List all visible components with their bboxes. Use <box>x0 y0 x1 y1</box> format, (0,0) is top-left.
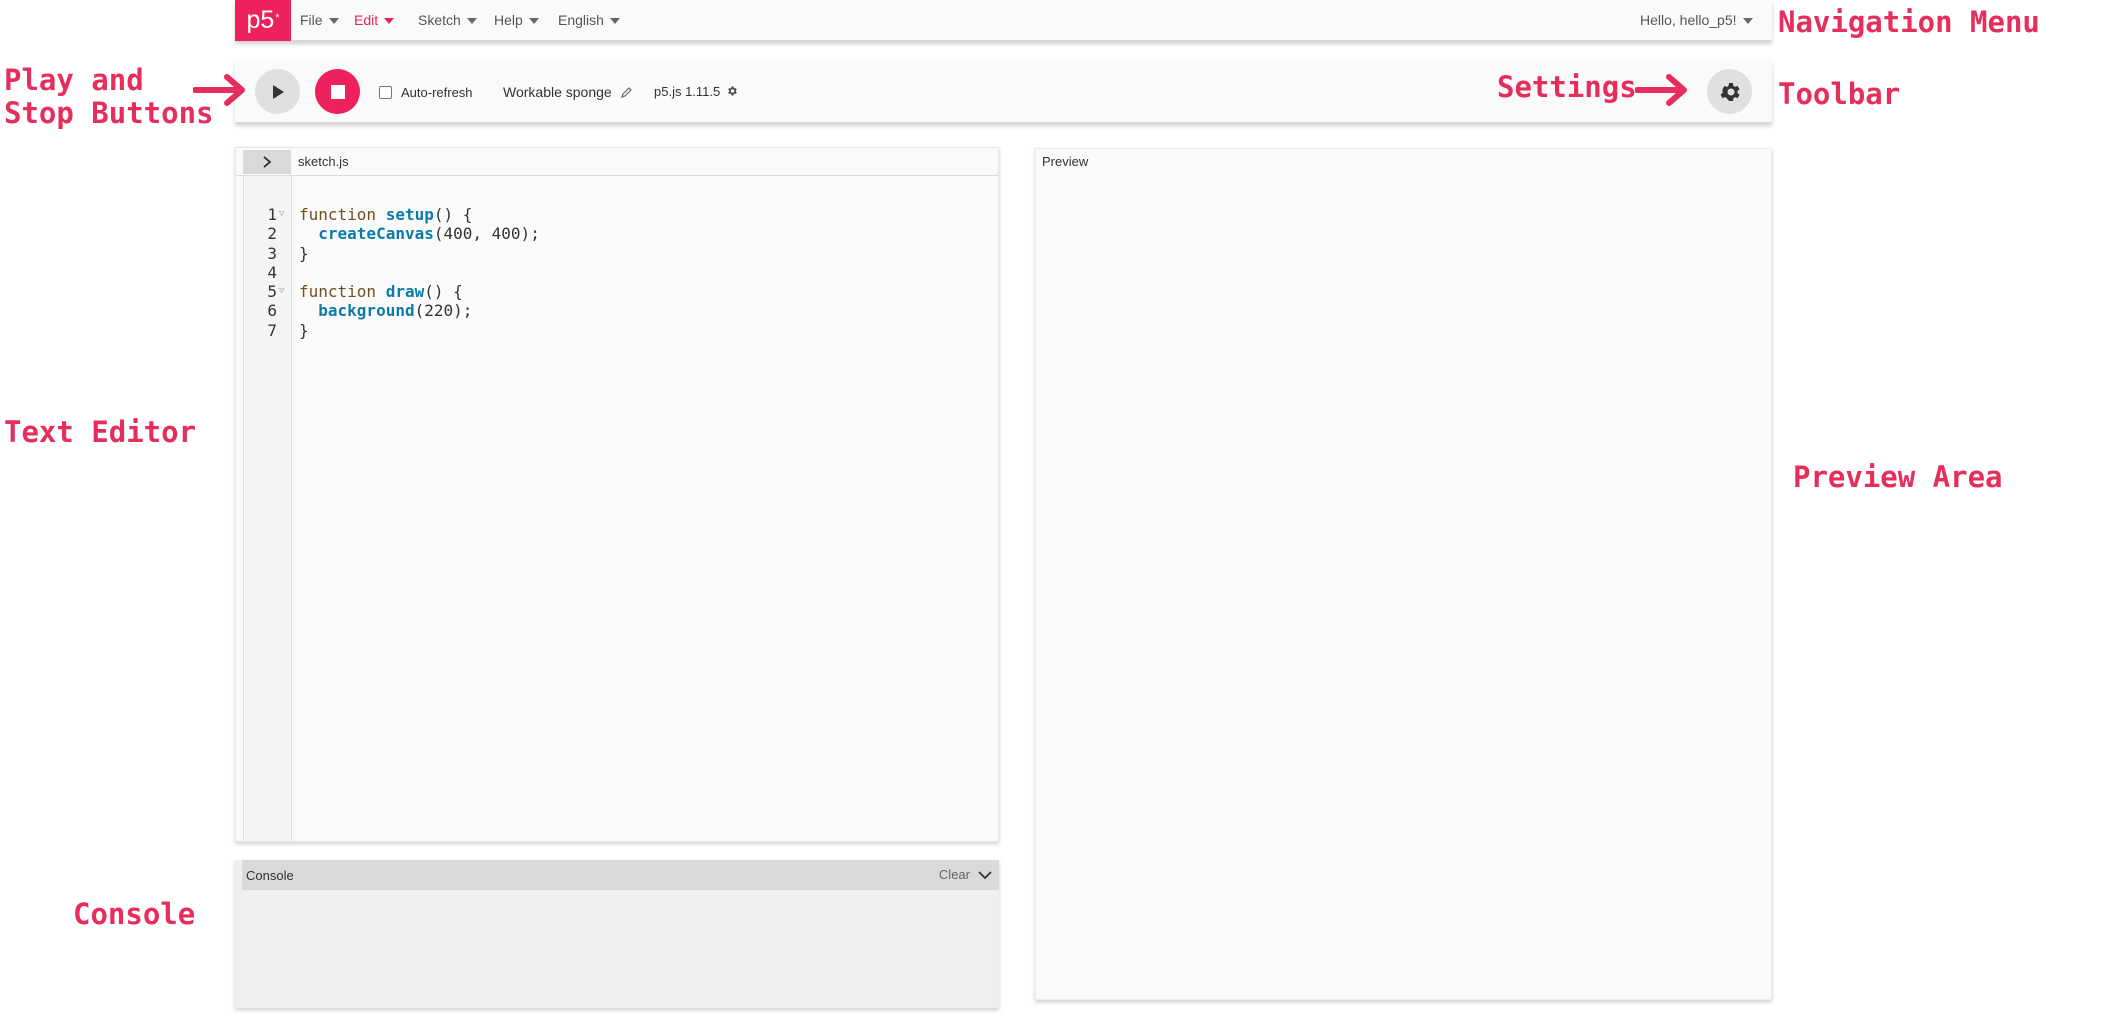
code-token: () { <box>433 205 473 224</box>
code-function-token: setup <box>385 205 434 224</box>
code-line[interactable]: 5 ▽ function draw() { <box>243 282 998 301</box>
annotation-settings: Settings <box>1497 70 1637 104</box>
console: Console Clear <box>235 860 999 1008</box>
play-button[interactable] <box>255 69 300 114</box>
code-function-token: createCanvas <box>318 224 434 244</box>
line-number: 5 <box>267 282 277 302</box>
file-tab-sketch-js[interactable]: sketch.js <box>298 148 349 176</box>
code-line[interactable]: 4 <box>243 263 998 282</box>
fold-marker-icon[interactable]: ▽ <box>279 205 284 224</box>
gear-icon[interactable] <box>726 85 738 97</box>
sidebar-toggle-button[interactable] <box>243 150 291 174</box>
caret-down-icon <box>609 18 620 24</box>
console-clear-button[interactable]: Clear <box>939 860 970 890</box>
code-line[interactable]: 2 createCanvas(400, 400); <box>243 224 998 243</box>
menu-language[interactable]: English <box>558 0 620 41</box>
code-line[interactable]: 7} <box>243 321 998 340</box>
auto-refresh-checkbox[interactable] <box>379 85 392 99</box>
line-number: 4 <box>267 262 277 282</box>
user-menu[interactable]: Hello, hello_p5! <box>1640 0 1753 41</box>
code-keyword-token: function <box>299 205 386 224</box>
caret-down-icon <box>466 18 477 24</box>
line-number: 1 <box>267 205 277 224</box>
chevron-down-icon[interactable] <box>977 867 993 883</box>
fold-marker-icon[interactable]: ▽ <box>279 282 284 301</box>
code-text: function draw() { <box>299 282 463 301</box>
menu-file[interactable]: File <box>300 0 339 41</box>
code-line[interactable]: 3} <box>243 244 998 263</box>
stop-icon <box>330 84 345 99</box>
code-line[interactable]: 6 background(220); <box>243 301 998 320</box>
line-number: 2 <box>267 224 277 244</box>
arrow-right-icon <box>193 74 245 106</box>
chevron-right-icon <box>263 156 272 168</box>
code-line[interactable]: 1 ▽ function setup() { <box>243 205 998 224</box>
caret-down-icon <box>528 18 539 24</box>
menu-sketch[interactable]: Sketch <box>418 0 477 41</box>
code-token: () { <box>424 282 463 302</box>
preview-label: Preview <box>1042 154 1089 169</box>
editor-tab-bar: sketch.js <box>236 148 998 176</box>
code-area[interactable]: 1 ▽ function setup() {2 createCanvas(400, … <box>243 205 998 340</box>
auto-refresh-label: Auto-refresh <box>401 84 473 100</box>
annotation-toolbar: Toolbar <box>1778 77 1901 111</box>
p5-logo[interactable]: p5* <box>235 0 291 41</box>
sketch-name[interactable]: Workable sponge <box>503 82 633 102</box>
annotation-play-stop-line1: Play and <box>4 63 144 97</box>
line-number: 6 <box>267 301 277 321</box>
console-header: Console Clear <box>242 860 999 890</box>
line-number: 7 <box>267 320 277 340</box>
settings-button[interactable] <box>1707 69 1752 114</box>
menu-help[interactable]: Help <box>494 0 539 41</box>
caret-down-icon <box>328 18 339 24</box>
code-token: (400, 400); <box>433 224 540 244</box>
caret-down-icon <box>384 18 395 24</box>
code-text: background(220); <box>299 301 472 320</box>
sketch-name-text: Workable sponge <box>503 84 612 100</box>
caret-down-icon <box>1742 18 1753 24</box>
play-icon <box>272 84 284 99</box>
annotation-navigation-menu: Navigation Menu <box>1778 5 2040 39</box>
code-function-token: draw <box>385 282 425 302</box>
pencil-icon[interactable] <box>620 86 633 98</box>
text-editor[interactable]: sketch.js 1 ▽ function setup() {2 createCa… <box>235 147 999 842</box>
code-token: (220); <box>414 301 473 321</box>
p5-version-text: p5.js 1.11.5 <box>654 84 721 99</box>
line-number: 3 <box>267 243 277 263</box>
p5-version[interactable]: p5.js 1.11.5 <box>654 82 738 102</box>
code-text: function setup() { <box>299 205 472 224</box>
navigation-menu: p5* File Edit Sketch Help English Hello,… <box>235 0 1772 41</box>
code-text: createCanvas(400, 400); <box>299 224 540 243</box>
code-function-token: background <box>318 301 415 321</box>
auto-refresh-control[interactable]: Auto-refresh <box>379 82 473 102</box>
code-token: } <box>299 243 309 263</box>
code-token: } <box>299 320 309 340</box>
code-text: } <box>299 244 309 263</box>
annotation-preview-area: Preview Area <box>1793 460 2003 494</box>
menu-edit[interactable]: Edit <box>354 0 395 41</box>
preview-area: Preview <box>1035 148 1772 1000</box>
code-keyword-token: function <box>299 282 386 302</box>
gear-icon <box>1720 82 1740 101</box>
code-text: } <box>299 321 309 340</box>
annotation-text-editor: Text Editor <box>4 415 197 449</box>
stop-button[interactable] <box>315 69 360 114</box>
console-title: Console <box>246 867 294 883</box>
annotation-play-stop-line2: Stop Buttons <box>4 96 214 130</box>
annotation-console: Console <box>73 897 196 931</box>
arrow-right-icon <box>1635 74 1687 106</box>
